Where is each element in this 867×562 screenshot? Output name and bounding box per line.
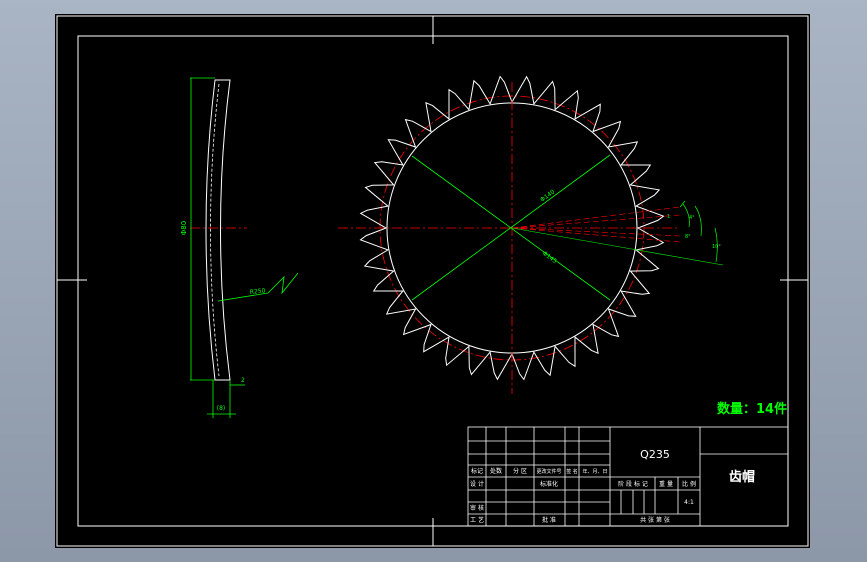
angle-arc-b [694,205,702,237]
sheets-label: 共 张 第 张 [640,516,670,524]
revision-row-labels: 标记 处数 分 区 更改文件号 签 名 年、月、日 [471,467,608,475]
title-block-text: Q235 齿帽 标记 处数 分 区 更改文件号 签 名 年、月、日 设 计 标准… [470,448,755,524]
dim-radius-label: R250 [249,287,265,296]
quantity-label: 数量：14件 [717,401,787,417]
cad-drawing: Φ80 (8) 2 R250 Φ140 Φ145 1 4° 8° 10° 数量：… [56,15,809,547]
profile-hatch [210,83,220,377]
row-label: 年、月、日 [582,468,607,475]
row-label: 签 名 [566,468,578,475]
dim-angle-a: 4° [689,215,695,221]
dim-thickness-label: 2 [241,377,245,384]
inner-frame [77,35,789,527]
review-label: 审 核 [470,504,484,512]
row-label: 处数 [490,467,502,475]
scale-value: 4:1 [684,499,694,506]
process-label: 工 艺 [470,516,484,524]
scale-label: 比 例 [682,480,696,488]
row-label: 分 区 [513,467,527,475]
row-label: 标记 [471,467,483,475]
dim-angle-c: 10° [712,244,721,250]
angle-ray-4 [511,227,681,243]
drawing-canvas: Φ80 (8) 2 R250 Φ140 Φ145 1 4° 8° 10° 数量：… [55,14,810,548]
material-label: Q235 [640,448,670,461]
gear-view: Φ140 Φ145 1 4° 8° 10° [338,75,724,394]
dim-small-len: 1 [667,214,670,220]
radius-leader [217,272,299,302]
part-name: 齿帽 [729,469,755,485]
dim-width-label: (8) [217,405,226,412]
angle-ray-1 [511,206,681,229]
standard-label: 标准化 [540,480,558,488]
stage-label: 阶 段 标 记 [618,480,648,488]
outer-frame [56,15,809,547]
dim-height-label: Φ80 [180,221,188,235]
weight-label: 重 量 [659,480,673,488]
profile-outline [205,79,231,381]
design-label: 设 计 [470,480,484,488]
approve-label: 批 准 [542,516,556,524]
dim-angle-b: 8° [685,234,691,240]
profile-view: Φ80 (8) 2 R250 [180,77,299,418]
dim-inner-diameter-label: Φ145 [541,250,558,265]
angle-ray-outer [511,227,724,266]
row-label: 更改文件号 [536,468,561,475]
